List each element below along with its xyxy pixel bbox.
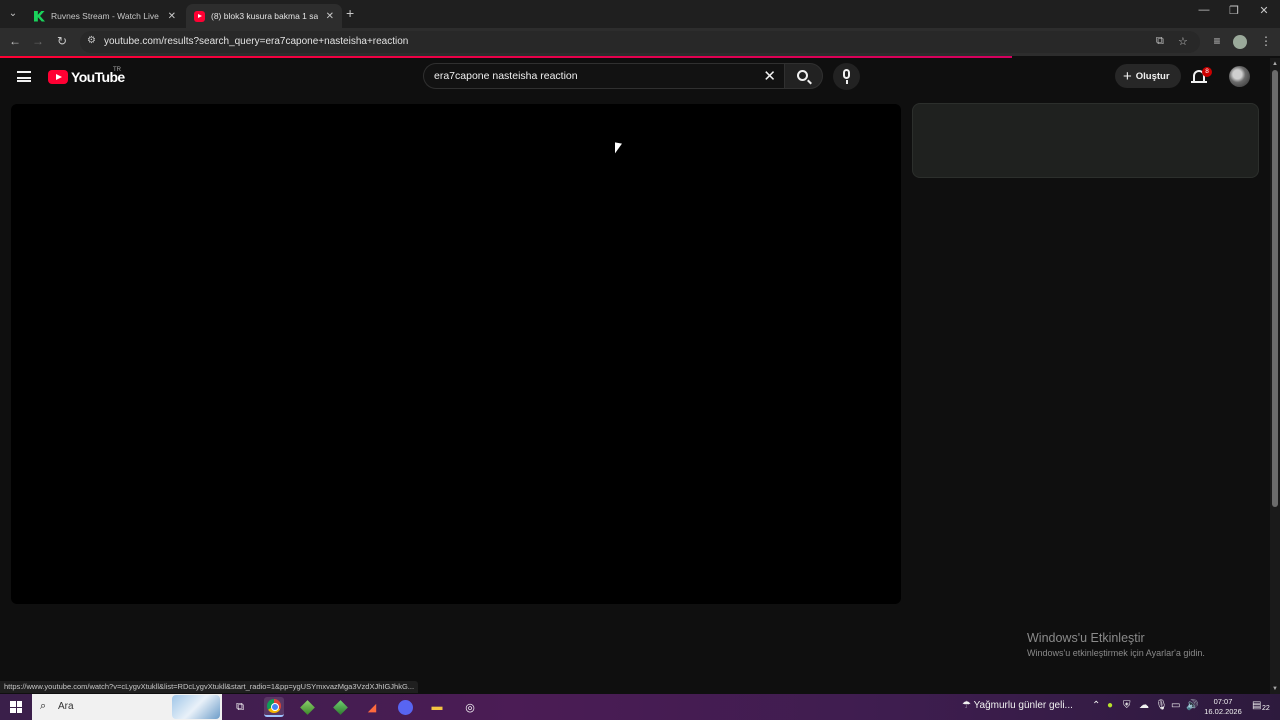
account-avatar[interactable] [1229, 66, 1250, 87]
search-highlight-image[interactable] [172, 695, 220, 719]
region-code: TR [113, 67, 121, 73]
tray-security-icon[interactable]: ⛨ [1123, 700, 1131, 711]
taskbar-search-placeholder: Ara [58, 701, 74, 712]
link-status-bubble: https://www.youtube.com/watch?v=cLygvXtu… [0, 681, 419, 693]
youtube-masthead: YouTube TR era7capone nasteisha reaction… [0, 58, 1270, 98]
site-info-icon[interactable]: ⚙ [87, 35, 96, 46]
weather-widget[interactable]: ☂ Yağmurlu günler geli... [962, 700, 1073, 711]
media-controls-icon[interactable]: ≡ [1209, 34, 1225, 48]
new-tab-button[interactable]: + [346, 5, 354, 21]
tray-app-icon[interactable]: ● [1107, 700, 1113, 711]
youtube-play-icon [48, 70, 68, 84]
reload-button[interactable]: ↻ [54, 34, 70, 48]
create-label: Oluştur [1135, 70, 1170, 82]
rain-cloud-icon: ☂ [962, 700, 971, 711]
back-button[interactable]: ← [7, 34, 23, 48]
create-button[interactable]: + Oluştur [1115, 64, 1181, 88]
minimize-button[interactable]: — [1189, 4, 1219, 16]
tab-close-icon[interactable]: ✕ [168, 11, 176, 22]
chrome-taskbar-icon[interactable] [264, 697, 284, 717]
tab-search-icon[interactable]: ⌄ [5, 6, 21, 22]
tab-title: (8) blok3 kusura bakma 1 saat [211, 11, 318, 21]
search-input[interactable]: era7capone nasteisha reaction ✕ [423, 63, 784, 89]
taskbar-clock[interactable]: 07:07 16.02.2026 [1202, 697, 1244, 717]
windows-start-icon[interactable] [10, 701, 22, 713]
browser-toolbar: ← → ↻ ⚙ youtube.com/results?search_query… [0, 28, 1280, 56]
tab-close-icon[interactable]: ✕ [326, 11, 334, 22]
scroll-down-arrow-icon[interactable]: ▼ [1272, 686, 1278, 692]
tray-volume-icon[interactable]: 🔊 [1186, 700, 1198, 711]
app-taskbar-icon[interactable]: ◢ [362, 697, 382, 717]
clock-time: 07:07 [1213, 697, 1233, 706]
youtube-favicon-icon [194, 10, 205, 22]
url-text[interactable]: youtube.com/results?search_query=era7cap… [104, 36, 408, 47]
activation-title: Windows'u Etkinleştir [1027, 631, 1145, 645]
forward-button[interactable]: → [30, 34, 46, 48]
plus-icon: + [1123, 67, 1132, 85]
close-window-button[interactable]: ✕ [1249, 4, 1279, 17]
browser-tab-ruvnes[interactable]: Ruvnes Stream - Watch Live on ✕ [26, 4, 184, 28]
search-icon [797, 70, 808, 81]
profile-avatar[interactable] [1233, 35, 1247, 49]
scrollbar-thumb[interactable] [1272, 70, 1278, 507]
tab-title: Ruvnes Stream - Watch Live on [51, 11, 160, 21]
clock-date: 16.02.2026 [1204, 707, 1242, 716]
page-scrollbar[interactable]: ▲ ▼ [1270, 58, 1280, 694]
kick-favicon-icon [34, 10, 45, 22]
file-explorer-icon[interactable]: ▬ [427, 697, 447, 717]
action-center-count: 22 [1262, 705, 1270, 712]
restore-button[interactable]: ❐ [1219, 4, 1249, 17]
clear-search-icon[interactable]: ✕ [763, 67, 776, 85]
address-bar[interactable]: ⚙ youtube.com/results?search_query=era7c… [80, 31, 1200, 53]
install-app-icon[interactable]: ⧉ [1156, 35, 1164, 48]
bookmark-star-icon[interactable]: ☆ [1178, 35, 1188, 48]
windows-taskbar: ⌕ Ara ⧉ ◢ ▬ ◎ ☂ Yağmurlu günler geli... … [0, 694, 1280, 720]
tray-overflow-chevron-icon[interactable]: ⌃ [1092, 700, 1100, 711]
video-player[interactable] [11, 104, 901, 604]
tray-display-icon[interactable]: ▭ [1171, 700, 1180, 711]
search-query-text[interactable]: era7capone nasteisha reaction [434, 70, 578, 82]
windows-activation-watermark: Windows'u Etkinleştir Windows'u etkinleş… [1027, 631, 1205, 658]
discord-icon[interactable] [395, 697, 415, 717]
weather-text: Yağmurlu günler geli... [973, 700, 1073, 711]
mouse-cursor-icon [615, 142, 622, 155]
tray-microphone-icon[interactable]: 🎙 [1155, 700, 1168, 711]
task-view-icon[interactable]: ⧉ [230, 697, 250, 717]
scroll-up-arrow-icon[interactable]: ▲ [1272, 61, 1278, 67]
chrome-menu-icon[interactable]: ⋮ [1258, 34, 1274, 48]
guide-menu-icon[interactable] [17, 71, 31, 82]
browser-tab-youtube[interactable]: (8) blok3 kusura bakma 1 saat ✕ [186, 4, 342, 28]
microphone-icon [843, 69, 850, 84]
notification-badge: 8 [1202, 67, 1212, 77]
activation-subtitle: Windows'u etkinleştirmek için Ayarlar'a … [1027, 648, 1205, 658]
minecraft-icon[interactable] [330, 697, 350, 717]
search-icon: ⌕ [40, 700, 47, 712]
sidebar-placeholder-card [912, 103, 1259, 178]
steam-icon[interactable]: ◎ [460, 697, 480, 717]
minecraft-launcher-icon[interactable] [297, 697, 317, 717]
tray-network-icon[interactable]: ☁ [1139, 700, 1149, 711]
search-button[interactable] [784, 63, 823, 89]
voice-search-button[interactable] [833, 63, 860, 90]
action-center-icon[interactable]: ▤ [1252, 700, 1261, 711]
browser-tab-strip: ⌄ Ruvnes Stream - Watch Live on ✕ (8) bl… [0, 0, 1280, 28]
